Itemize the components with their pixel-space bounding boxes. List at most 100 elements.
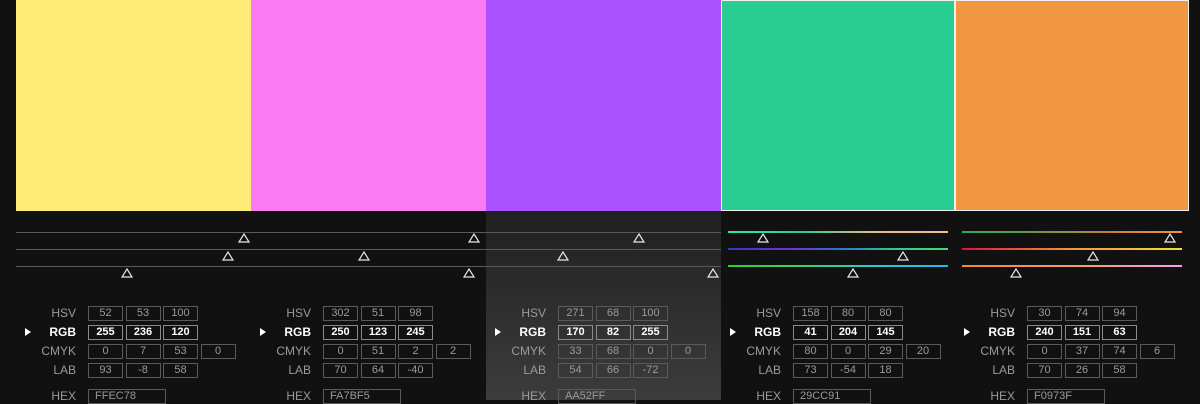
rgb-component-1[interactable]: 250 (323, 325, 358, 340)
row-hex: HEX 29CC91 (721, 389, 956, 404)
lab-component-2[interactable]: -54 (830, 363, 866, 378)
color-palette-app: HSV 52 53 100 RGB 255 236 120 CMYK 0 7 53 0 LAB 93 -8 58… (0, 0, 1200, 404)
lab-component-3[interactable]: -40 (398, 363, 433, 378)
hsv-component-2[interactable]: 53 (125, 306, 161, 321)
rgb-component-3[interactable]: 255 (633, 325, 668, 340)
expand-triangle-icon[interactable] (964, 328, 970, 336)
cmyk-component-2[interactable]: 51 (360, 344, 396, 359)
hex-label: HEX (521, 389, 546, 403)
rgb-component-1[interactable]: 41 (793, 325, 828, 340)
cmyk-component-1[interactable]: 0 (88, 344, 123, 359)
lab-component-3[interactable]: 58 (163, 363, 198, 378)
lab-component-1[interactable]: 70 (323, 363, 358, 378)
hsv-component-1[interactable]: 52 (88, 306, 123, 321)
cmyk-component-2[interactable]: 0 (830, 344, 866, 359)
lab-component-2[interactable]: 66 (595, 363, 631, 378)
row-lab: LAB 93 -8 58 (16, 363, 251, 378)
rgb-component-3[interactable]: 245 (398, 325, 433, 340)
lab-label: LAB (758, 363, 781, 377)
hex-value-field[interactable]: FA7BF5 (323, 389, 401, 404)
row-rgb: RGB 170 82 255 (486, 325, 721, 340)
hsv-component-1[interactable]: 158 (793, 306, 828, 321)
lab-component-1[interactable]: 73 (793, 363, 828, 378)
cmyk-component-3[interactable]: 29 (868, 344, 903, 359)
lab-component-2[interactable]: 26 (1064, 363, 1100, 378)
hsv-label: HSV (756, 306, 781, 320)
cmyk-label: CMYK (41, 344, 76, 358)
lab-component-1[interactable]: 70 (1027, 363, 1062, 378)
color-values-2: HSV 302 51 98 RGB 250 123 245 CMYK 0 51 2 2 LAB 70 64 -4… (251, 0, 486, 404)
hex-label: HEX (286, 389, 311, 403)
rgb-component-1[interactable]: 240 (1027, 325, 1062, 340)
cmyk-component-3[interactable]: 74 (1102, 344, 1137, 359)
hsv-component-3[interactable]: 100 (633, 306, 668, 321)
hsv-component-2[interactable]: 80 (830, 306, 866, 321)
lab-label: LAB (53, 363, 76, 377)
hsv-component-3[interactable]: 98 (398, 306, 433, 321)
cmyk-component-2[interactable]: 7 (125, 344, 161, 359)
hsv-component-2[interactable]: 68 (595, 306, 631, 321)
hsv-component-3[interactable]: 94 (1102, 306, 1137, 321)
rgb-component-3[interactable]: 63 (1102, 325, 1137, 340)
hsv-component-2[interactable]: 74 (1064, 306, 1100, 321)
cmyk-component-4[interactable]: 0 (670, 344, 706, 359)
hex-value-field[interactable]: FFEC78 (88, 389, 166, 404)
expand-triangle-icon[interactable] (730, 328, 736, 336)
lab-component-3[interactable]: 18 (868, 363, 903, 378)
cmyk-component-3[interactable]: 0 (633, 344, 668, 359)
lab-component-1[interactable]: 54 (558, 363, 593, 378)
hex-label: HEX (756, 389, 781, 403)
row-lab: LAB 54 66 -72 (486, 363, 721, 378)
cmyk-component-2[interactable]: 37 (1064, 344, 1100, 359)
hex-value-field[interactable]: 29CC91 (793, 389, 871, 404)
rgb-component-1[interactable]: 255 (88, 325, 123, 340)
cmyk-component-1[interactable]: 0 (1027, 344, 1062, 359)
rgb-component-2[interactable]: 151 (1064, 325, 1100, 340)
cmyk-component-3[interactable]: 2 (398, 344, 433, 359)
row-hsv: HSV 302 51 98 (251, 306, 486, 321)
row-cmyk: CMYK 0 7 53 0 (16, 344, 251, 359)
cmyk-component-4[interactable]: 0 (200, 344, 236, 359)
cmyk-component-4[interactable]: 2 (435, 344, 471, 359)
rgb-component-2[interactable]: 236 (125, 325, 161, 340)
rgb-component-3[interactable]: 120 (163, 325, 198, 340)
lab-component-3[interactable]: 58 (1102, 363, 1137, 378)
lab-component-3[interactable]: -72 (633, 363, 668, 378)
cmyk-component-1[interactable]: 0 (323, 344, 358, 359)
lab-component-1[interactable]: 93 (88, 363, 123, 378)
hsv-component-1[interactable]: 302 (323, 306, 358, 321)
rgb-component-2[interactable]: 82 (595, 325, 631, 340)
expand-triangle-icon[interactable] (260, 328, 266, 336)
hex-label: HEX (51, 389, 76, 403)
lab-label: LAB (523, 363, 546, 377)
cmyk-component-1[interactable]: 33 (558, 344, 593, 359)
cmyk-component-4[interactable]: 6 (1139, 344, 1175, 359)
hex-value-field[interactable]: F0973F (1027, 389, 1105, 404)
cmyk-component-4[interactable]: 20 (905, 344, 941, 359)
row-hsv: HSV 158 80 80 (721, 306, 956, 321)
hsv-component-1[interactable]: 30 (1027, 306, 1062, 321)
hsv-component-3[interactable]: 80 (868, 306, 903, 321)
hsv-component-2[interactable]: 51 (360, 306, 396, 321)
cmyk-label: CMYK (276, 344, 311, 358)
expand-triangle-icon[interactable] (495, 328, 501, 336)
rgb-component-2[interactable]: 204 (830, 325, 866, 340)
rgb-component-3[interactable]: 145 (868, 325, 903, 340)
row-hsv: HSV 271 68 100 (486, 306, 721, 321)
rgb-component-2[interactable]: 123 (360, 325, 396, 340)
lab-component-2[interactable]: 64 (360, 363, 396, 378)
lab-component-2[interactable]: -8 (125, 363, 161, 378)
cmyk-component-2[interactable]: 68 (595, 344, 631, 359)
hex-value-field[interactable]: AA52FF (558, 389, 636, 404)
cmyk-component-1[interactable]: 80 (793, 344, 828, 359)
row-hex: HEX AA52FF (486, 389, 721, 404)
hsv-label: HSV (286, 306, 311, 320)
row-cmyk: CMYK 33 68 0 0 (486, 344, 721, 359)
hsv-component-1[interactable]: 271 (558, 306, 593, 321)
expand-triangle-icon[interactable] (25, 328, 31, 336)
cmyk-component-3[interactable]: 53 (163, 344, 198, 359)
row-hsv: HSV 30 74 94 (955, 306, 1190, 321)
rgb-component-1[interactable]: 170 (558, 325, 593, 340)
hsv-component-3[interactable]: 100 (163, 306, 198, 321)
hsv-label: HSV (990, 306, 1015, 320)
